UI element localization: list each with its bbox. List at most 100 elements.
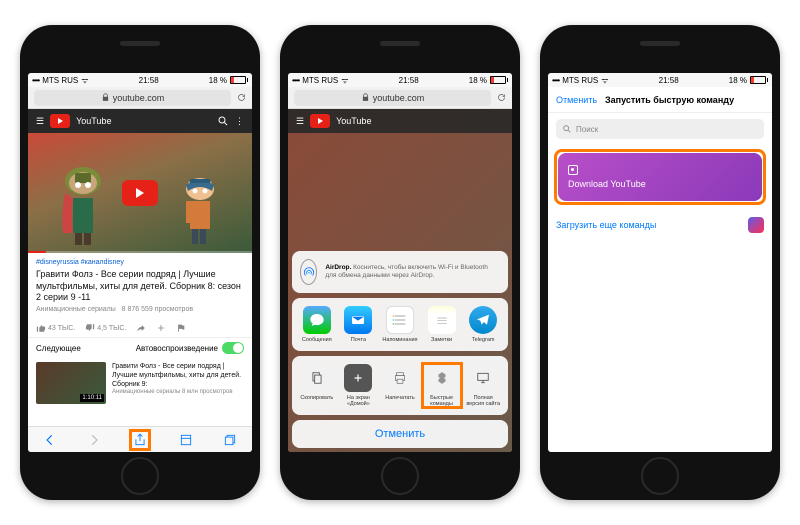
- reload-icon[interactable]: [237, 93, 246, 102]
- status-bar: ••••MTS RUSᯤ 21:58 18 %: [548, 73, 772, 87]
- video-meta: #disneyrussia #каналdisney Гравити Фолз …: [28, 253, 252, 319]
- carrier: MTS RUS: [42, 76, 78, 85]
- status-bar: ••••MTS RUSᯤ 21:58 18 %: [288, 73, 512, 87]
- action-add-home[interactable]: На экран «Домой»: [339, 364, 377, 407]
- messages-icon: [309, 312, 325, 328]
- video-title: Гравити Фолз - Все серии подряд | Лучшие…: [36, 269, 244, 304]
- cancel-button[interactable]: Отменить: [292, 420, 508, 448]
- shortcuts-title: Запустить быструю команду: [575, 95, 764, 105]
- shortcut-label: Download YouTube: [568, 179, 752, 189]
- print-icon: [393, 371, 407, 385]
- safari-address-bar[interactable]: youtube.com: [28, 87, 252, 109]
- airdrop-text: AirDrop. Коснитесь, чтобы включить Wi-Fi…: [325, 264, 500, 281]
- add-button[interactable]: [156, 323, 166, 333]
- search-input[interactable]: Поиск: [556, 119, 764, 139]
- page-content: ☰ YouTube ⋮ #disneyrussia #каналdisney Г…: [28, 109, 252, 426]
- duration-badge: 1:10:11: [80, 394, 104, 402]
- lock-icon: [361, 93, 370, 102]
- phone-2: ••••MTS RUSᯤ 21:58 18 % youtube.com ☰You…: [280, 25, 520, 500]
- bookmarks-icon[interactable]: [179, 433, 193, 447]
- thumb-up-icon: [36, 323, 46, 333]
- suggested-title: Гравити Фолз - Все серии подряд | Лучшие…: [112, 362, 244, 389]
- copy-icon: [310, 371, 324, 385]
- app-telegram[interactable]: Telegram: [464, 306, 502, 343]
- suggested-sub: Анимационные сериалы 8 млн просмотров: [112, 389, 244, 397]
- share-sheet: AirDrop. Коснитесь, чтобы включить Wi-Fi…: [292, 251, 508, 448]
- action-desktop-site[interactable]: Полная версия сайта: [464, 364, 502, 407]
- url-field[interactable]: youtube.com: [34, 90, 231, 106]
- up-next-row: Следующее Автовоспроизведение: [28, 337, 252, 358]
- play-button[interactable]: [122, 180, 158, 206]
- share-apps-row: Сообщения Почта Напоминания Заметки Tele…: [292, 298, 508, 351]
- safari-toolbar: [28, 426, 252, 452]
- screen: ••••MTS RUSᯤ 21:58 18 % youtube.com ☰ Yo…: [28, 73, 252, 452]
- video-thumbnail: 1:10:11: [36, 362, 106, 404]
- load-more-shortcuts[interactable]: Загрузить еще команды: [556, 217, 764, 233]
- thumb-down-icon: [85, 323, 95, 333]
- cartoon-character-1: [53, 163, 113, 248]
- safari-address-bar[interactable]: youtube.com: [288, 87, 512, 109]
- share-arrow-icon: [136, 323, 146, 333]
- app-reminders[interactable]: Напоминания: [381, 306, 419, 343]
- clock: 21:58: [139, 76, 159, 85]
- like-button[interactable]: 43 ТЫС.: [36, 323, 75, 333]
- shortcuts-app-icon: [748, 217, 764, 233]
- autoplay-toggle[interactable]: [222, 342, 244, 354]
- flag-icon: [176, 323, 186, 333]
- action-copy[interactable]: Скопировать: [298, 364, 336, 407]
- telegram-icon: [475, 312, 491, 328]
- forward-icon[interactable]: [87, 433, 101, 447]
- dislike-button[interactable]: 4,5 ТЫС.: [85, 323, 126, 333]
- video-player[interactable]: [28, 133, 252, 253]
- share-icon[interactable]: [131, 431, 149, 449]
- airdrop-row[interactable]: AirDrop. Коснитесь, чтобы включить Wi-Fi…: [292, 251, 508, 293]
- add-home-icon: [351, 371, 365, 385]
- highlight-box: Download YouTube: [554, 149, 766, 205]
- page-content: ☰YouTube AirDrop. Коснитесь, чтобы включ…: [288, 109, 512, 452]
- action-shortcuts[interactable]: Быстрые команды: [423, 364, 461, 407]
- reminders-icon: [392, 312, 408, 328]
- status-bar: ••••MTS RUSᯤ 21:58 18 %: [28, 73, 252, 87]
- lock-icon: [101, 93, 110, 102]
- notes-icon: [434, 312, 450, 328]
- search-placeholder: Поиск: [576, 125, 598, 134]
- airdrop-icon: [300, 259, 317, 285]
- youtube-header: ☰ YouTube ⋮: [28, 109, 252, 133]
- suggested-video[interactable]: 1:10:11 Гравити Фолз - Все серии подряд …: [28, 358, 252, 408]
- search-icon: [562, 124, 572, 134]
- autoplay-label: Автовоспроизведение: [136, 344, 218, 353]
- view-count: 8 876 559 просмотров: [122, 306, 193, 313]
- tabs-icon[interactable]: [223, 433, 237, 447]
- shortcuts-header: Отменить Запустить быструю команду: [548, 87, 772, 113]
- action-row: 43 ТЫС. 4,5 ТЫС.: [28, 319, 252, 337]
- back-icon[interactable]: [43, 433, 57, 447]
- screen: ••••MTS RUSᯤ 21:58 18 % youtube.com ☰You…: [288, 73, 512, 452]
- video-progress[interactable]: [28, 251, 252, 253]
- more-icon[interactable]: ⋮: [235, 116, 244, 127]
- app-mail[interactable]: Почта: [339, 306, 377, 343]
- mail-icon: [350, 312, 366, 328]
- search-icon[interactable]: [217, 115, 229, 127]
- share-button[interactable]: [136, 323, 146, 333]
- app-notes[interactable]: Заметки: [423, 306, 461, 343]
- reload-icon[interactable]: [497, 93, 506, 102]
- share-actions-row: Скопировать На экран «Домой» Напечатать …: [292, 356, 508, 415]
- signal-icon: ••••: [32, 76, 39, 85]
- wifi-icon: ᯤ: [81, 75, 88, 86]
- camera-icon: [568, 165, 578, 175]
- battery-icon: [230, 76, 248, 84]
- app-messages[interactable]: Сообщения: [298, 306, 336, 343]
- phone-1: ••••MTS RUSᯤ 21:58 18 % youtube.com ☰ Yo…: [20, 25, 260, 500]
- flag-button[interactable]: [176, 323, 186, 333]
- desktop-icon: [476, 371, 490, 385]
- youtube-label: YouTube: [76, 116, 111, 126]
- plus-icon: [156, 323, 166, 333]
- menu-icon[interactable]: ☰: [36, 116, 44, 127]
- action-print[interactable]: Напечатать: [381, 364, 419, 407]
- shortcut-download-youtube[interactable]: Download YouTube: [558, 153, 762, 201]
- youtube-logo-icon[interactable]: [50, 114, 70, 128]
- hashtags[interactable]: #disneyrussia #каналdisney: [36, 259, 244, 266]
- channel-name: Анимационные сериалы: [36, 306, 116, 313]
- battery-pct: 18 %: [209, 76, 227, 85]
- shortcuts-icon: [435, 371, 449, 385]
